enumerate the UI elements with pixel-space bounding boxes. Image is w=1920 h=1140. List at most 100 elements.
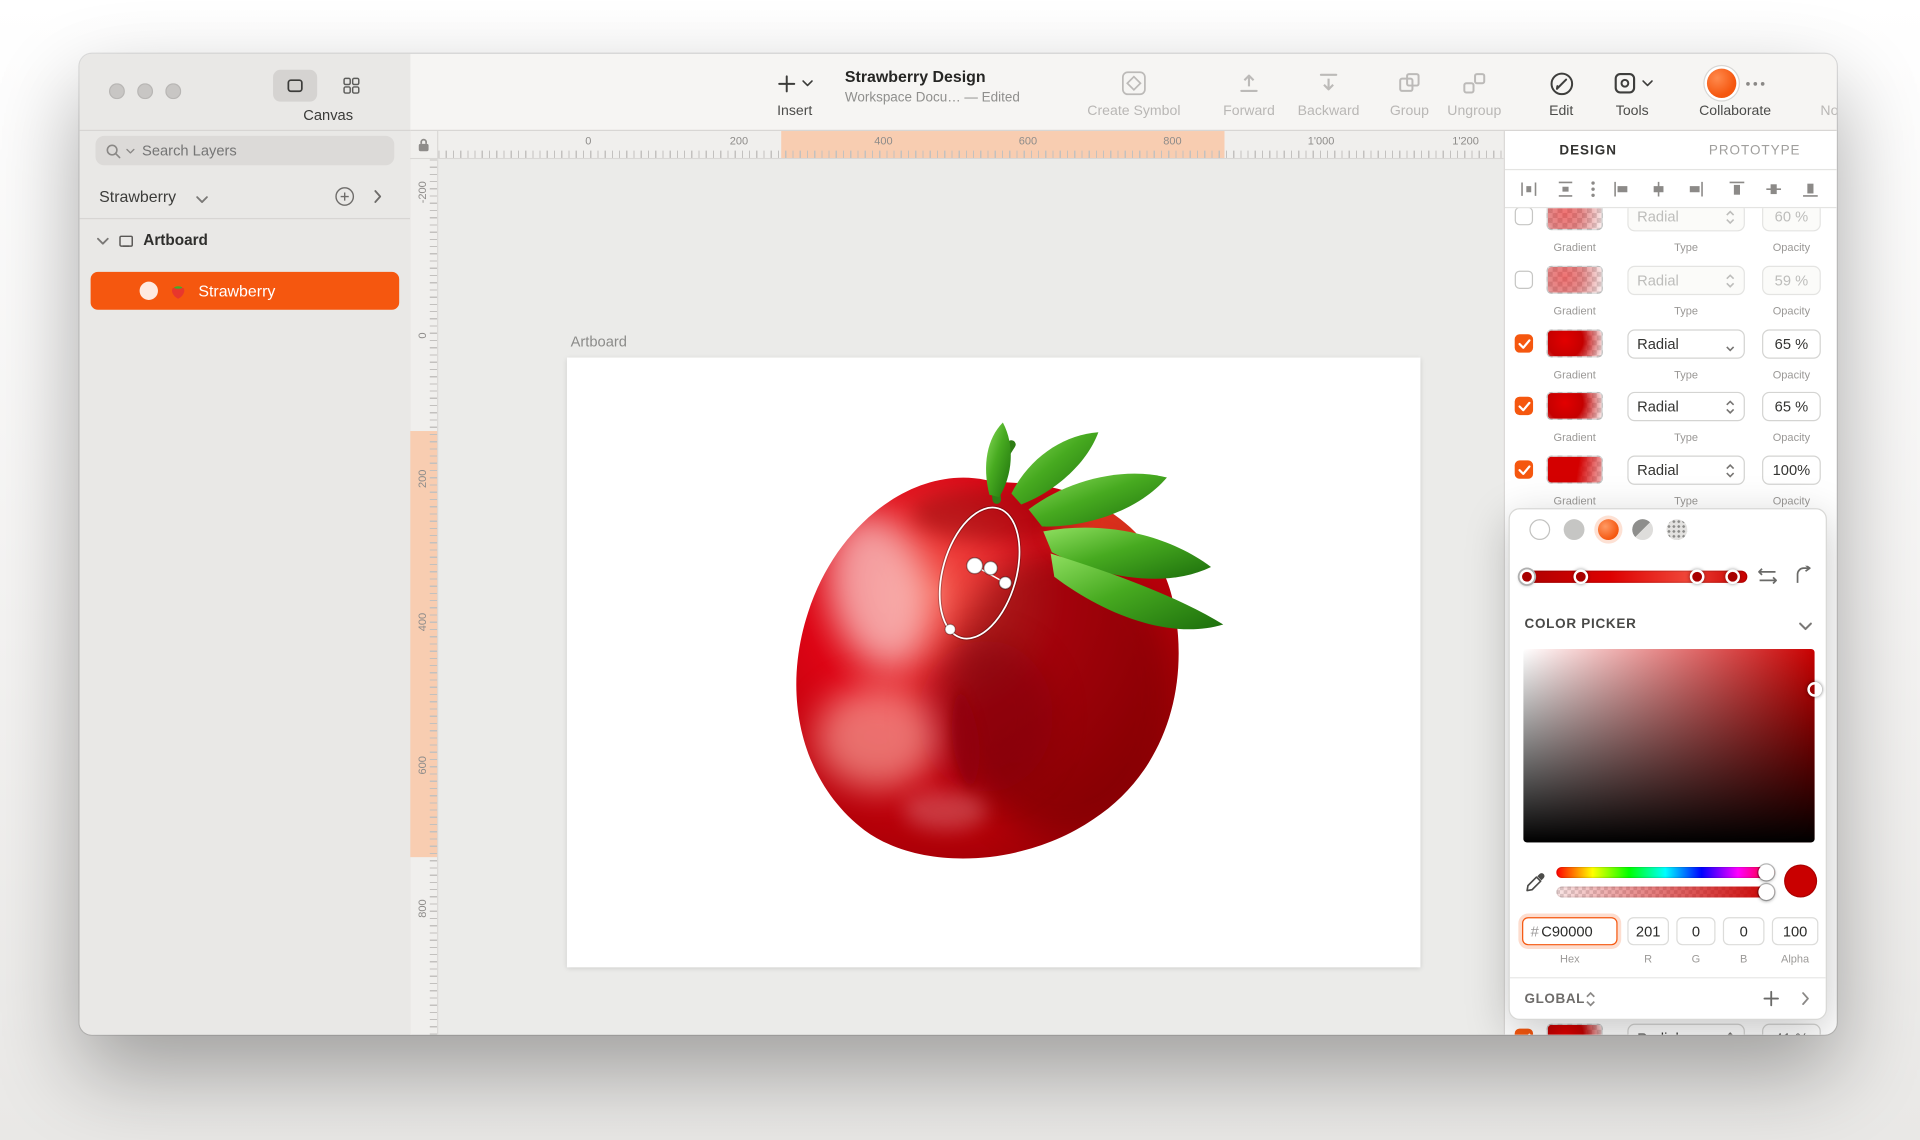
gradient-bar[interactable] [1524, 570, 1748, 583]
fill-opacity-field[interactable]: 100% [1762, 455, 1821, 485]
add-global-color-icon[interactable] [1762, 989, 1780, 1007]
zoom-window-button[interactable] [165, 83, 182, 100]
fill-type-select[interactable]: Radial [1627, 391, 1745, 422]
lock-icon[interactable] [416, 137, 431, 153]
disclosure-chevron-icon[interactable] [97, 237, 109, 245]
saturation-brightness-map[interactable] [1523, 648, 1823, 843]
fill-opacity-field[interactable]: 41 % [1762, 1023, 1821, 1035]
more-alignment-icon[interactable] [1591, 180, 1596, 198]
type-column-label: Type [1674, 241, 1699, 254]
tools-button[interactable]: Tools [1598, 67, 1667, 119]
align-left-icon[interactable] [1613, 180, 1631, 198]
close-window-button[interactable] [108, 83, 125, 100]
fill-type-none-icon[interactable] [1529, 519, 1551, 540]
align-center-horizontal-icon[interactable] [1649, 180, 1667, 198]
vertical-ruler: -200 0 200 400 600 800 [410, 159, 439, 1035]
select-chevrons-icon [1727, 1031, 1734, 1035]
canvas-viewport[interactable]: Artboard [438, 159, 1504, 1035]
components-view-toggle[interactable] [329, 70, 373, 102]
fill-checkbox[interactable] [1514, 270, 1534, 289]
opacity-column-label: Opacity [1772, 494, 1811, 507]
fill-type-angular-icon[interactable] [1632, 519, 1654, 540]
hue-knob[interactable] [1758, 864, 1775, 881]
fill-checkbox[interactable] [1514, 206, 1534, 226]
tab-design[interactable]: DESIGN [1505, 131, 1672, 169]
eyedropper-icon[interactable] [1523, 872, 1545, 894]
fill-type-gradient-icon[interactable] [1597, 519, 1619, 540]
insert-button[interactable]: Insert [756, 67, 834, 119]
page-row[interactable]: Strawberry [80, 181, 411, 213]
gradient-stop[interactable] [1725, 569, 1740, 585]
alpha-field[interactable]: 100 [1771, 917, 1819, 946]
add-page-icon[interactable] [334, 186, 355, 207]
gradient-swatch[interactable] [1546, 265, 1603, 294]
gradient-stop[interactable] [1689, 569, 1705, 585]
forward-button[interactable]: Forward [1206, 67, 1292, 119]
align-bottom-icon[interactable] [1801, 180, 1819, 198]
fill-checkbox[interactable] [1514, 396, 1534, 416]
fill-type-select[interactable]: Radial [1627, 265, 1745, 296]
gradient-stop[interactable] [1519, 569, 1535, 585]
gradient-swatch[interactable] [1546, 329, 1603, 358]
rotate-gradient-icon[interactable] [1795, 565, 1813, 586]
expand-pages-chevron-icon[interactable] [373, 190, 382, 203]
green-field[interactable]: 0 [1676, 917, 1716, 946]
ruler-label: 800 [416, 899, 429, 918]
type-column-label: Type [1674, 494, 1699, 507]
search-input[interactable] [139, 140, 341, 161]
minimize-window-button[interactable] [137, 83, 154, 100]
blue-field[interactable]: 0 [1722, 917, 1765, 946]
current-color-well[interactable] [1784, 864, 1818, 898]
layer-row-strawberry[interactable]: Strawberry [90, 271, 400, 310]
gradient-swatch[interactable] [1546, 1023, 1603, 1035]
global-stepper-icon[interactable] [1586, 991, 1596, 1008]
align-top-icon[interactable] [1728, 180, 1746, 198]
artboard-canvas-label[interactable]: Artboard [571, 333, 627, 350]
hue-slider[interactable] [1556, 866, 1775, 878]
canvas-view-toggle[interactable] [273, 69, 318, 102]
hex-label: Hex [1559, 952, 1580, 965]
artboard-tree-item[interactable]: Artboard [80, 225, 411, 257]
search-layers-field[interactable] [95, 135, 395, 166]
gradient-swatch[interactable] [1546, 391, 1603, 420]
collapse-section-chevron-icon[interactable] [1799, 622, 1812, 631]
fill-checkbox[interactable] [1514, 334, 1534, 353]
backward-button[interactable]: Backward [1286, 67, 1372, 119]
fill-type-select[interactable]: Radial [1627, 1023, 1745, 1035]
distribute-horizontal-icon[interactable] [1520, 180, 1538, 198]
toolbar: Insert Strawberry Design Workspace Docu…… [410, 53, 1837, 132]
select-chevrons-icon [1726, 273, 1735, 288]
expand-global-chevron-icon[interactable] [1801, 992, 1810, 1005]
gradient-swatch[interactable] [1546, 455, 1603, 484]
ungroup-button[interactable]: Ungroup [1434, 67, 1515, 119]
align-middle-vertical-icon[interactable] [1764, 180, 1782, 198]
red-field[interactable]: 201 [1627, 917, 1669, 946]
edit-button[interactable]: Edit [1527, 67, 1596, 119]
gradient-stop[interactable] [1573, 569, 1589, 585]
page-name[interactable]: Strawberry [99, 187, 176, 205]
color-selection-ring[interactable] [1807, 682, 1823, 697]
reverse-gradient-icon[interactable] [1757, 567, 1778, 585]
strawberry-illustration[interactable] [735, 416, 1262, 881]
fill-type-select[interactable]: Radial [1627, 329, 1745, 359]
collaborate-button[interactable]: Collaborate [1678, 67, 1793, 119]
fill-opacity-field[interactable]: 59 % [1762, 265, 1821, 296]
document-title-block: Strawberry Design Workspace Docu… — Edit… [845, 67, 1020, 105]
fill-type-pattern-icon[interactable] [1666, 519, 1688, 540]
align-right-icon[interactable] [1686, 180, 1704, 198]
hex-field[interactable]: # C90000 [1522, 917, 1618, 946]
page-chevron-down-icon[interactable] [196, 196, 208, 203]
tab-prototype[interactable]: PROTOTYPE [1671, 131, 1836, 169]
distribute-vertical-icon[interactable] [1556, 180, 1574, 198]
fill-checkbox[interactable] [1514, 460, 1534, 479]
hex-value[interactable]: C90000 [1541, 923, 1592, 940]
alpha-knob[interactable] [1758, 884, 1775, 900]
create-symbol-button[interactable]: Create Symbol [1067, 67, 1202, 119]
fill-type-solid-icon[interactable] [1563, 519, 1585, 540]
fill-opacity-field[interactable]: 65 % [1762, 329, 1821, 359]
fill-checkbox[interactable] [1514, 1028, 1534, 1035]
notifications-button[interactable]: Notifications [1800, 67, 1836, 119]
alpha-slider[interactable] [1556, 886, 1775, 898]
fill-type-select[interactable]: Radial [1627, 455, 1745, 485]
fill-opacity-field[interactable]: 65 % [1762, 391, 1821, 422]
